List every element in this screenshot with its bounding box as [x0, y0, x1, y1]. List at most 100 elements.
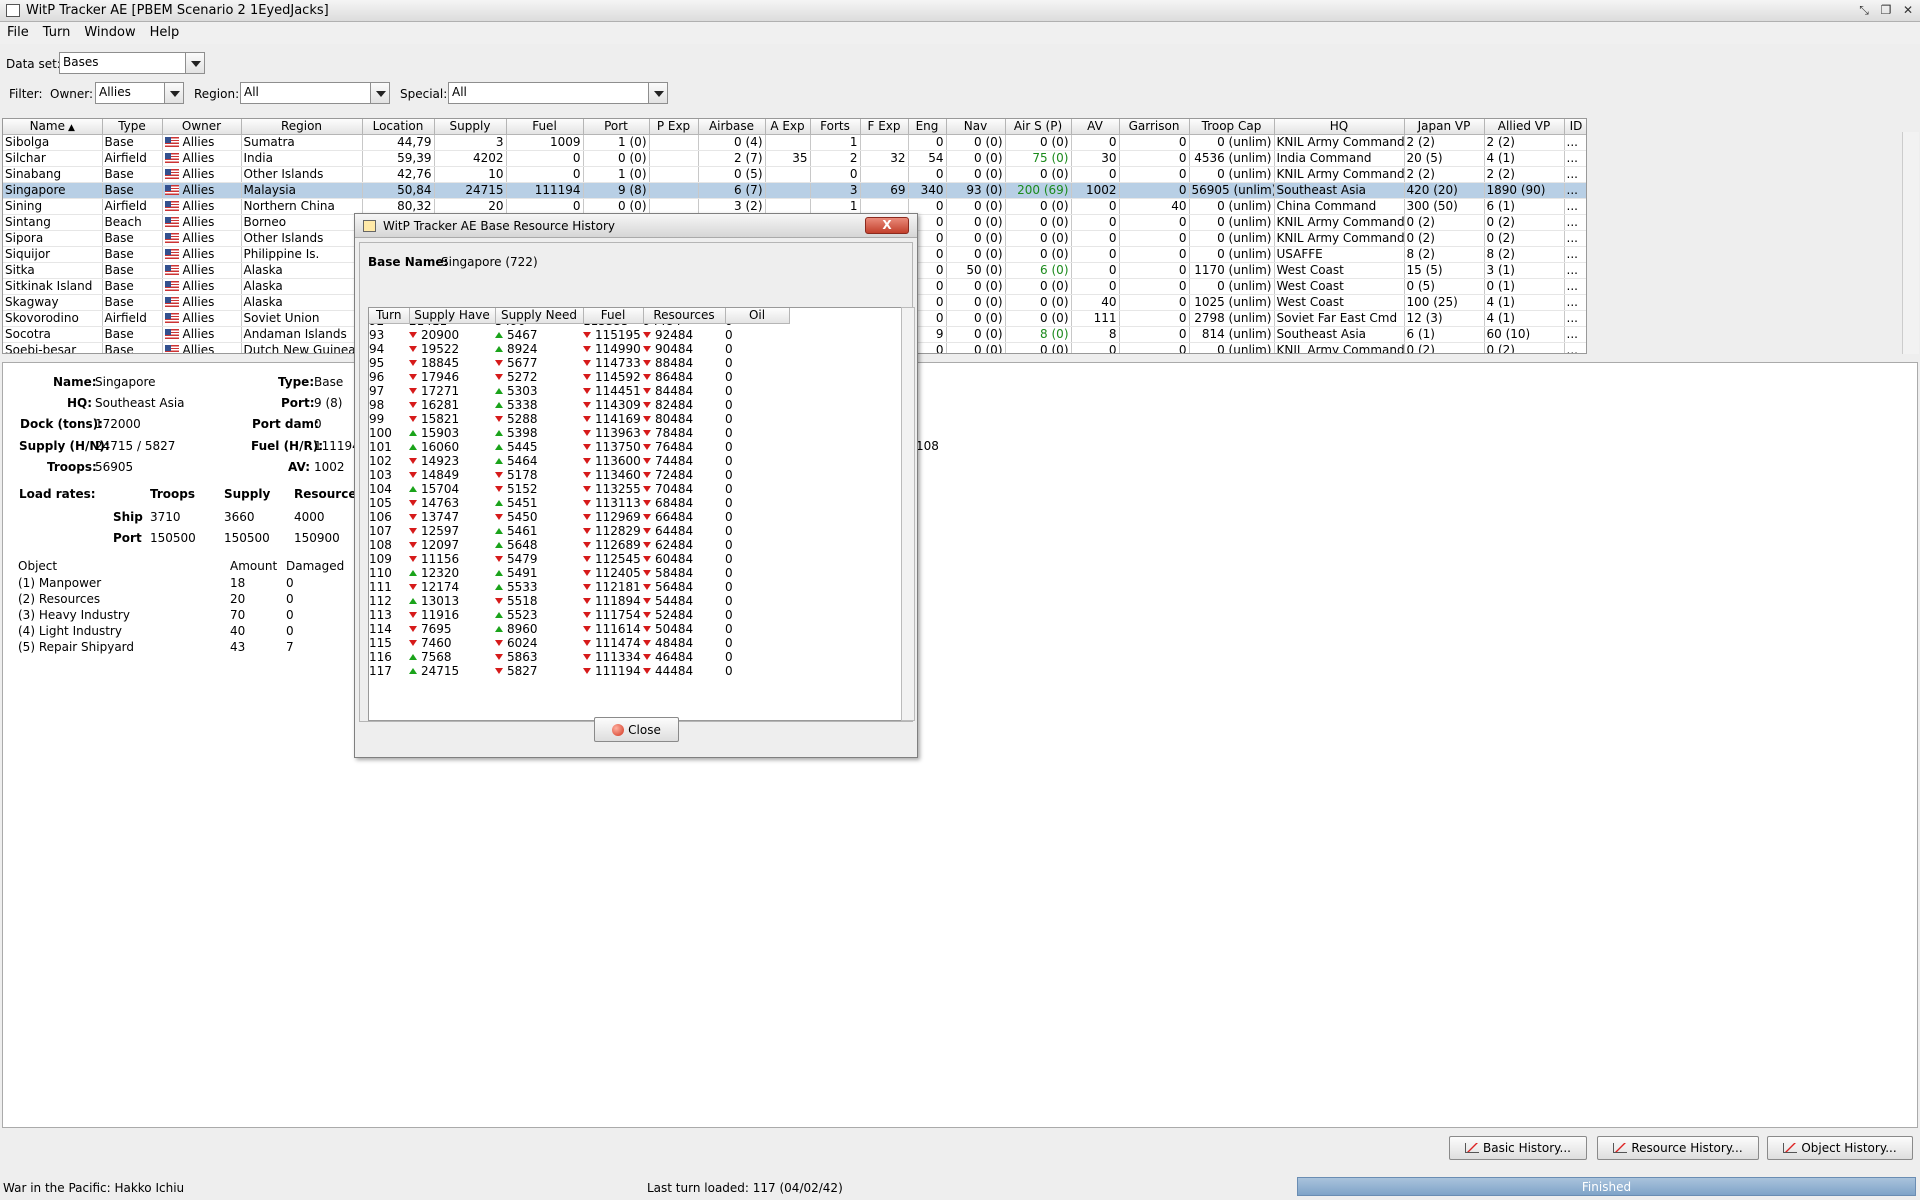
col-header[interactable]: Owner: [162, 119, 242, 135]
history-col-header[interactable]: Supply Need: [495, 308, 584, 324]
history-row[interactable]: 101 16060 5445 113750 76484 0: [369, 440, 789, 454]
history-col-header[interactable]: Supply Have: [409, 308, 496, 324]
history-row[interactable]: 98 16281 5338 114309 82484 0: [369, 398, 789, 412]
history-row[interactable]: 102 14923 5464 113600 74484 0: [369, 454, 789, 468]
trend-down-icon: [409, 612, 417, 618]
table-cell: 0 (0): [946, 214, 1006, 231]
table-cell: 0 (unlim): [1189, 166, 1275, 183]
history-row[interactable]: 106 13747 5450 112969 66484 0: [369, 510, 789, 524]
history-value: 5479: [507, 552, 538, 566]
table-row[interactable]: Singapore Base Allies Malaysia 50,84 24715 111…: [3, 182, 1586, 199]
chevron-down-icon[interactable]: [648, 83, 667, 103]
history-row[interactable]: 93 20900 5467 115195 92484 0: [369, 328, 789, 342]
history-row[interactable]: 117 24715 5827 111194 44484 0: [369, 664, 789, 678]
history-col-header[interactable]: Oil: [725, 308, 790, 324]
col-header[interactable]: Forts: [810, 119, 861, 135]
menu-file[interactable]: File: [0, 22, 36, 40]
history-row[interactable]: 99 15821 5288 114169 80484 0: [369, 412, 789, 426]
history-row[interactable]: 109 11156 5479 112545 60484 0: [369, 552, 789, 566]
dataset-select[interactable]: Bases: [59, 52, 205, 74]
bases-table-scrollbar[interactable]: [1902, 132, 1919, 354]
col-header[interactable]: Air S (P): [1005, 119, 1072, 135]
history-row[interactable]: 114 7695 8960 111614 50484 0: [369, 622, 789, 636]
col-header[interactable]: HQ: [1274, 119, 1405, 135]
menu-help[interactable]: Help: [143, 22, 187, 40]
col-header[interactable]: Location: [362, 119, 435, 135]
chevron-down-icon[interactable]: [164, 83, 183, 103]
history-value: 84484: [655, 384, 694, 398]
table-row[interactable]: Sibolga Base Allies Sumatra 44,79 3 1009 1 (0) 0…: [3, 134, 1586, 151]
history-row[interactable]: 97 17271 5303 114451 84484 0: [369, 384, 789, 398]
history-row[interactable]: 115 7460 6024 111474 48484 0: [369, 636, 789, 650]
dialog-close-icon[interactable]: X: [865, 217, 909, 234]
trend-up-icon: [409, 430, 417, 436]
minimize-icon[interactable]: ⤡: [1856, 3, 1872, 18]
table-cell: 0 (2): [1484, 230, 1565, 247]
table-cell: 50,84: [362, 182, 435, 199]
history-cell: 114: [369, 622, 392, 636]
history-cell: 5648: [495, 538, 583, 552]
history-row[interactable]: 94 19522 8924 114990 90484 0: [369, 342, 789, 356]
history-col-header[interactable]: Turn: [369, 308, 410, 324]
table-row[interactable]: Sining Airfield Allies Northern China 80,32 2…: [3, 198, 1586, 215]
col-header[interactable]: F Exp: [860, 119, 909, 135]
col-header[interactable]: Region: [241, 119, 363, 135]
col-header[interactable]: A Exp: [765, 119, 811, 135]
col-header[interactable]: Name ▲: [3, 119, 103, 135]
menu-turn[interactable]: Turn: [36, 22, 78, 40]
col-header[interactable]: Eng: [908, 119, 947, 135]
table-row[interactable]: Sinabang Base Allies Other Islands 42,76 10 0 1…: [3, 166, 1586, 183]
history-row[interactable]: 113 11916 5523 111754 52484 0: [369, 608, 789, 622]
history-row[interactable]: 112 13013 5518 111894 54484 0: [369, 594, 789, 608]
history-col-header[interactable]: Fuel: [583, 308, 644, 324]
owner-select[interactable]: Allies: [95, 82, 184, 104]
history-row[interactable]: 116 7568 5863 111334 46484 0: [369, 650, 789, 664]
basic-history-button[interactable]: Basic History...: [1449, 1136, 1587, 1160]
history-row[interactable]: 104 15704 5152 113255 70484 0: [369, 482, 789, 496]
history-row[interactable]: 110 12320 5491 112405 58484 0: [369, 566, 789, 580]
history-value: 16281: [421, 398, 460, 412]
menu-window[interactable]: Window: [77, 22, 142, 40]
col-header[interactable]: P Exp: [649, 119, 699, 135]
history-row[interactable]: 100 15903 5398 113963 78484 0: [369, 426, 789, 440]
table-cell: 24715: [434, 182, 507, 199]
history-col-header[interactable]: Resources: [643, 308, 726, 324]
col-header[interactable]: Airbase: [698, 119, 766, 135]
table-cell: 0 (4): [698, 134, 766, 151]
history-cell: 7568: [409, 650, 495, 664]
col-header[interactable]: Troop Cap: [1189, 119, 1275, 135]
maximize-icon[interactable]: ❐: [1878, 3, 1894, 18]
col-header[interactable]: Type: [102, 119, 163, 135]
col-header[interactable]: Nav: [946, 119, 1006, 135]
history-row[interactable]: 105 14763 5451 113113 68484 0: [369, 496, 789, 510]
col-header[interactable]: Supply: [434, 119, 507, 135]
history-row[interactable]: 111 12174 5533 112181 56484 0: [369, 580, 789, 594]
close-icon[interactable]: ✕: [1900, 3, 1916, 18]
resource-history-scrollbar[interactable]: [901, 307, 915, 721]
region-select[interactable]: All: [240, 82, 390, 104]
col-header[interactable]: Fuel: [506, 119, 584, 135]
object-name: (3) Heavy Industry: [18, 608, 130, 622]
resource-history-button[interactable]: Resource History...: [1597, 1136, 1759, 1160]
history-row[interactable]: 96 17946 5272 114592 86484 0: [369, 370, 789, 384]
special-select[interactable]: All: [448, 82, 668, 104]
col-header[interactable]: AV: [1071, 119, 1120, 135]
table-cell: 6 (7): [698, 182, 766, 199]
trend-down-icon: [409, 332, 417, 338]
col-header[interactable]: Garrison: [1119, 119, 1190, 135]
chevron-down-icon[interactable]: [370, 83, 389, 103]
history-row[interactable]: 107 12597 5461 112829 64484 0: [369, 524, 789, 538]
chevron-down-icon[interactable]: [185, 53, 204, 73]
history-value: 111194: [595, 664, 641, 678]
object-history-button[interactable]: Object History...: [1767, 1136, 1913, 1160]
col-header[interactable]: Port: [583, 119, 650, 135]
history-row[interactable]: 108 12097 5648 112689 62484 0: [369, 538, 789, 552]
col-header[interactable]: Allied VP: [1484, 119, 1565, 135]
table-cell: 0: [908, 166, 947, 183]
col-header[interactable]: ID: [1564, 119, 1586, 135]
close-button[interactable]: Close: [594, 717, 679, 742]
history-row[interactable]: 95 18845 5677 114733 88484 0: [369, 356, 789, 370]
history-row[interactable]: 103 14849 5178 113460 72484 0: [369, 468, 789, 482]
table-row[interactable]: Silchar Airfield Allies India 59,39 4202 0 0 (0…: [3, 150, 1586, 167]
col-header[interactable]: Japan VP: [1404, 119, 1485, 135]
